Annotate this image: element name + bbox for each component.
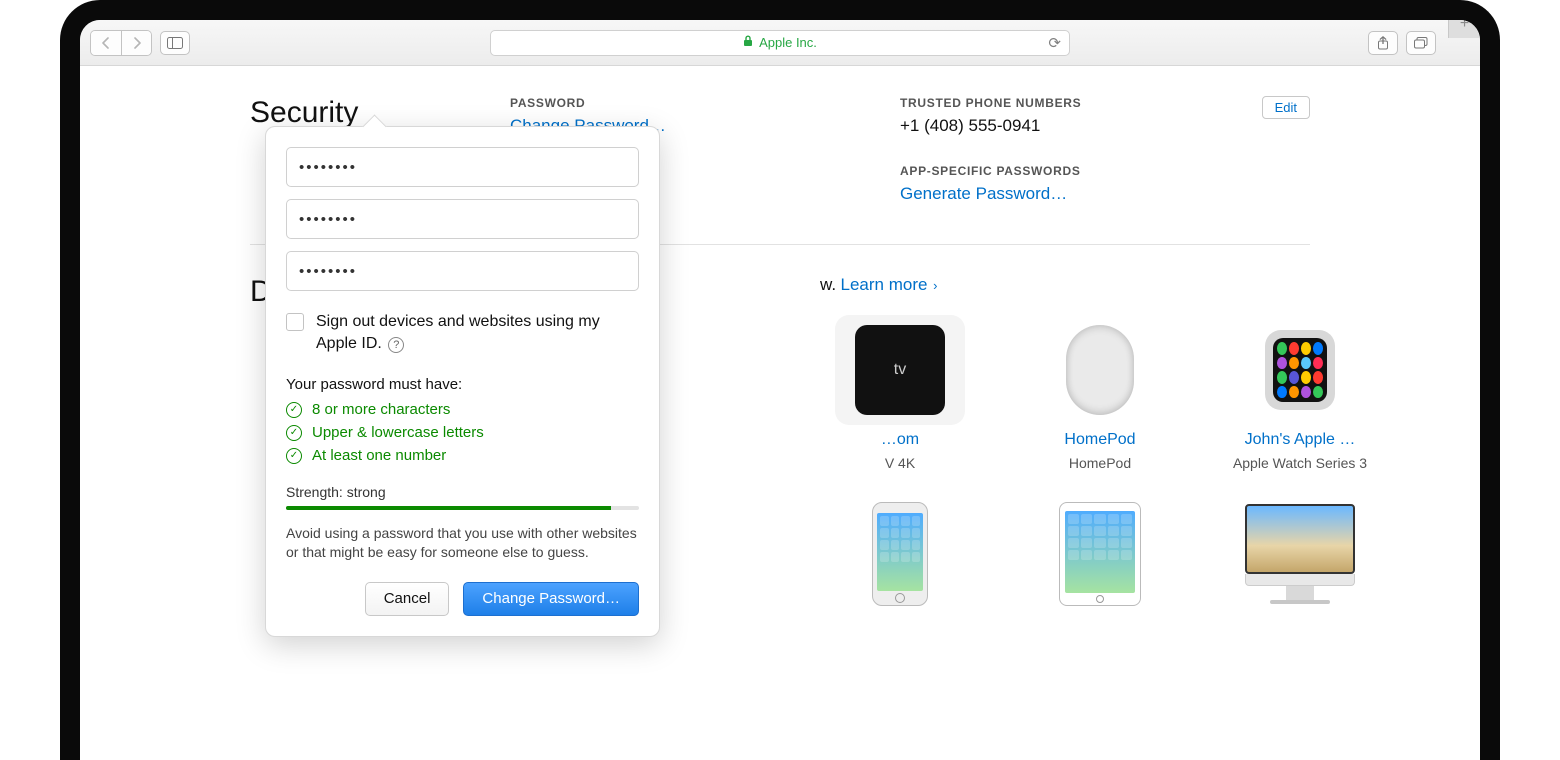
- req-case: ✓Upper & lowercase letters: [286, 424, 639, 441]
- signout-devices-checkbox[interactable]: [286, 313, 304, 331]
- device-meta: HomePod: [1069, 455, 1131, 471]
- address-bar-text: Apple Inc.: [759, 35, 817, 50]
- check-icon: ✓: [286, 425, 302, 441]
- device-name[interactable]: HomePod: [1064, 431, 1135, 449]
- app-specific-label: APP-SPECIFIC PASSWORDS: [900, 164, 1180, 178]
- trusted-phone-value: +1 (408) 555-0941: [900, 116, 1180, 136]
- strength-fill: [286, 506, 611, 510]
- apple-watch-icon: [1235, 315, 1365, 425]
- learn-more-link[interactable]: Learn more ›: [841, 275, 938, 294]
- new-tab-button[interactable]: +: [1448, 10, 1480, 38]
- lock-icon: [743, 35, 753, 50]
- device-homepod[interactable]: HomePod HomePod: [1010, 315, 1190, 471]
- chevron-right-icon: ›: [929, 278, 937, 293]
- page-content: Security PASSWORD Change Password… TRUST…: [80, 66, 1480, 646]
- device-name[interactable]: …om: [881, 431, 919, 449]
- sidebar-toggle-button[interactable]: [160, 31, 190, 55]
- device-ipad[interactable]: [1010, 501, 1190, 606]
- password-reqs-title: Your password must have:: [286, 376, 639, 393]
- current-password-input[interactable]: [286, 147, 639, 187]
- change-password-popover: Sign out devices and websites using my A…: [265, 126, 660, 637]
- new-password-input[interactable]: [286, 199, 639, 239]
- nav-back-forward: [90, 30, 152, 56]
- safari-toolbar: Apple Inc. ⟳ +: [80, 20, 1480, 66]
- appletv-icon: tv: [835, 315, 965, 425]
- strength-bar: [286, 506, 639, 510]
- device-watch[interactable]: John's Apple … Apple Watch Series 3: [1210, 315, 1390, 471]
- device-iphone[interactable]: [810, 501, 990, 606]
- laptop-camera: [776, 6, 784, 14]
- change-password-button[interactable]: Change Password…: [463, 582, 639, 616]
- reload-button[interactable]: ⟳: [1048, 34, 1061, 52]
- device-name[interactable]: John's Apple …: [1245, 431, 1356, 449]
- password-label: PASSWORD: [510, 96, 790, 110]
- req-number: ✓At least one number: [286, 447, 639, 464]
- req-length: ✓8 or more characters: [286, 401, 639, 418]
- signout-devices-label: Sign out devices and websites using my A…: [316, 313, 600, 352]
- strength-label: Strength: strong: [286, 484, 639, 500]
- check-icon: ✓: [286, 402, 302, 418]
- password-tip: Avoid using a password that you use with…: [286, 524, 639, 562]
- device-imac[interactable]: [1210, 501, 1390, 606]
- back-button[interactable]: [91, 31, 121, 55]
- cancel-button[interactable]: Cancel: [365, 582, 450, 616]
- imac-icon: [1235, 501, 1365, 606]
- share-button[interactable]: [1368, 31, 1398, 55]
- trusted-phone-label: TRUSTED PHONE NUMBERS: [900, 96, 1180, 110]
- check-icon: ✓: [286, 448, 302, 464]
- edit-button[interactable]: Edit: [1262, 96, 1310, 119]
- help-icon[interactable]: ?: [388, 337, 404, 353]
- device-meta: V 4K: [885, 455, 915, 471]
- generate-password-link[interactable]: Generate Password…: [900, 184, 1180, 204]
- iphone-icon: [835, 501, 965, 606]
- ipad-icon: [1035, 501, 1165, 606]
- tabs-button[interactable]: [1406, 31, 1436, 55]
- device-meta: Apple Watch Series 3: [1233, 455, 1367, 471]
- forward-button[interactable]: [121, 31, 151, 55]
- devices-intro-visible: w.: [820, 275, 836, 294]
- device-appletv[interactable]: tv …om V 4K: [810, 315, 990, 471]
- confirm-password-input[interactable]: [286, 251, 639, 291]
- homepod-icon: [1035, 315, 1165, 425]
- address-bar[interactable]: Apple Inc. ⟳: [490, 30, 1070, 56]
